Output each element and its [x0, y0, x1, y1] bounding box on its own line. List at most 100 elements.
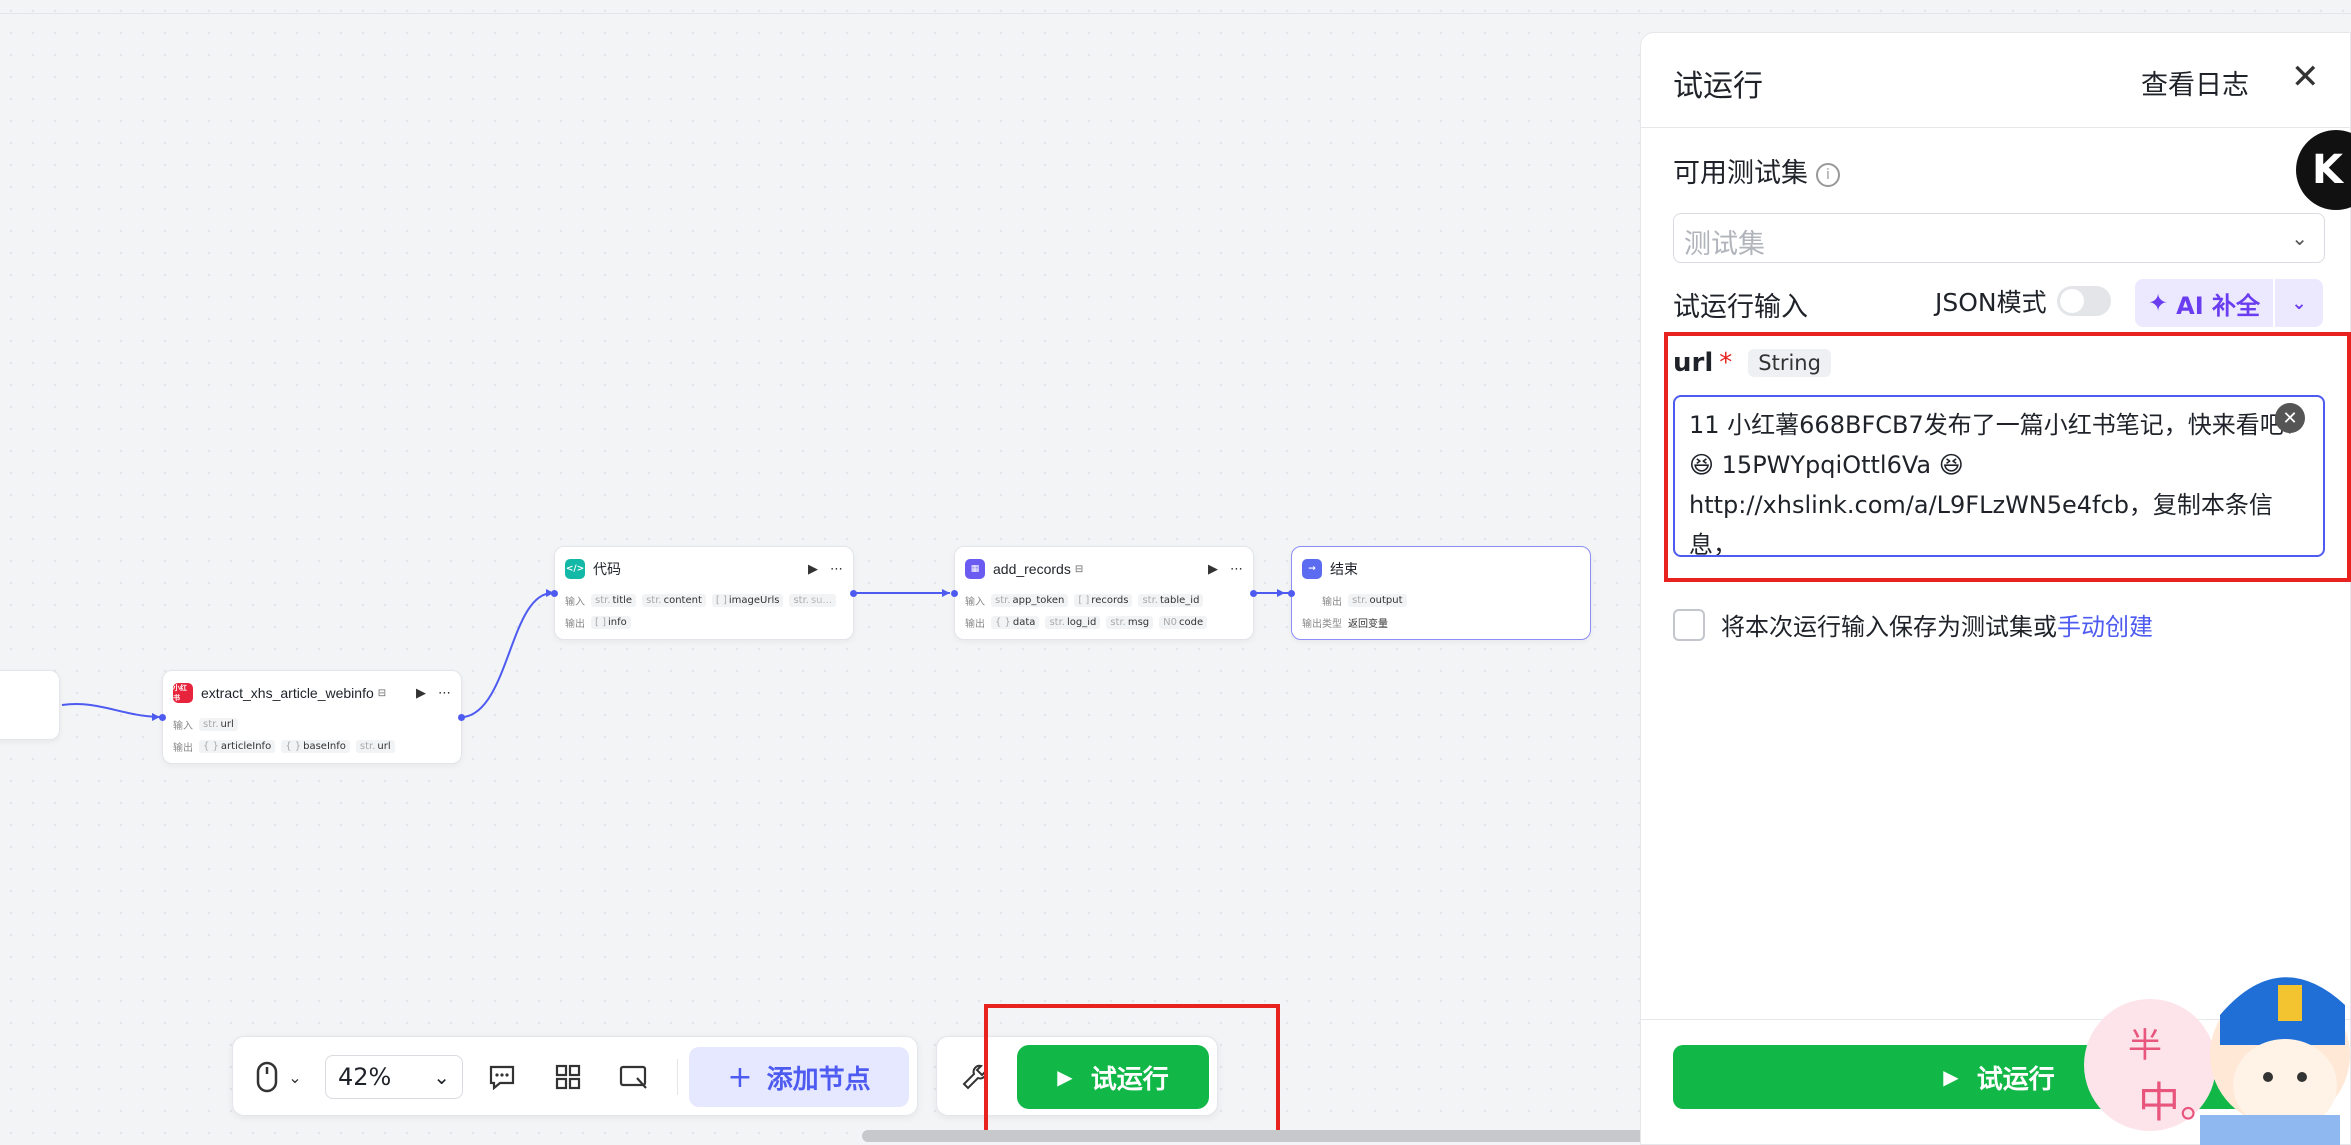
- comment-button[interactable]: [477, 1057, 527, 1097]
- mouse-icon: [257, 1061, 278, 1093]
- input-chip: [ ] records: [1074, 593, 1133, 607]
- close-icon[interactable]: ✕: [2291, 57, 2320, 97]
- json-mode-label: JSON模式: [1935, 288, 2047, 317]
- node-title: 结束: [1330, 561, 1358, 577]
- run-node-icon[interactable]: ▶: [808, 562, 818, 577]
- output-label: 输出: [965, 618, 985, 630]
- layout-button[interactable]: [543, 1057, 593, 1097]
- node-title: extract_xhs_article_webinfo: [201, 685, 374, 701]
- node-add-records[interactable]: ▦ add_records ⊟ ▶ ⋯ 输入 str. app_token [ ] r…: [951, 546, 1257, 640]
- input-chip: str. table_id: [1138, 593, 1204, 607]
- cartoon-sticker: 半 中。: [2080, 945, 2351, 1145]
- play-icon: ▶: [1943, 1065, 1959, 1089]
- chevron-down-icon: ⌄: [288, 1067, 302, 1087]
- highlight-box-run: [984, 1004, 1280, 1138]
- chevron-down-icon[interactable]: ⌄: [2275, 293, 2323, 314]
- output-label: 输出: [1322, 596, 1342, 608]
- output-chip: N0 code: [1159, 615, 1208, 629]
- output-chip: str. url: [355, 739, 395, 753]
- output-type-label: 输出类型: [1302, 618, 1342, 630]
- output-chip: str. log_id: [1045, 615, 1101, 629]
- more-icon[interactable]: ⋯: [1230, 562, 1243, 577]
- input-label: 输入: [565, 596, 585, 608]
- plugin-icon: ⊟: [377, 687, 387, 699]
- output-chip: [ ] info: [591, 615, 631, 629]
- minimap-icon: [619, 1065, 647, 1089]
- add-node-label: 添加节点: [766, 1064, 871, 1095]
- view-log-link[interactable]: 查看日志: [2141, 63, 2249, 102]
- input-chip: [ ] imageUrls: [711, 593, 784, 607]
- end-icon: →: [1302, 559, 1322, 579]
- run-label: 试运行: [1976, 1064, 2055, 1095]
- output-label: 输出: [173, 742, 193, 754]
- table-icon: ▦: [965, 559, 985, 579]
- input-chip: str. app_token: [991, 593, 1069, 607]
- save-text: 将本次运行输入保存为测试集或: [1721, 613, 2057, 641]
- ai-fill-label: AI 补全: [2176, 291, 2260, 320]
- output-chip: { } baseInfo: [281, 739, 350, 753]
- zoom-select[interactable]: 42% ⌄: [325, 1055, 463, 1099]
- sparkle-icon: ✦: [2148, 289, 2169, 317]
- mouse-mode-button[interactable]: ⌄: [249, 1057, 309, 1097]
- info-icon[interactable]: i: [1816, 162, 1840, 187]
- input-port[interactable]: [551, 590, 558, 597]
- test-set-label: 可用测试集: [1673, 158, 1808, 189]
- input-port[interactable]: [159, 714, 166, 721]
- panel-divider: [1641, 127, 2351, 128]
- input-label: 输入: [965, 596, 985, 608]
- input-chip: str. title: [591, 593, 637, 607]
- input-chip: str. content: [642, 593, 706, 607]
- sticker-text-bottom: 中。: [2138, 1079, 2222, 1126]
- input-port[interactable]: [951, 590, 958, 597]
- plus-icon: +: [727, 1059, 753, 1095]
- node-end[interactable]: → 结束 输出 str. output 输出类型 返回变量: [1288, 546, 1591, 640]
- node-title: 代码: [593, 561, 621, 577]
- input-chip: str. url: [199, 717, 238, 731]
- chevron-down-icon: ⌄: [433, 1065, 450, 1089]
- more-icon[interactable]: ⋯: [438, 686, 451, 701]
- json-mode-toggle[interactable]: [2056, 286, 2111, 316]
- save-checkbox[interactable]: [1673, 608, 1705, 641]
- run-node-icon[interactable]: ▶: [416, 686, 426, 701]
- output-type-value: 返回变量: [1348, 618, 1388, 630]
- output-chip: { } data: [991, 615, 1040, 629]
- json-mode-toggle-group: JSON模式: [1935, 283, 2111, 319]
- output-port[interactable]: [1250, 590, 1257, 597]
- output-label: 输出: [565, 618, 585, 630]
- save-test-set-row: 将本次运行输入保存为测试集或手动创建: [1673, 607, 2153, 642]
- plugin-icon: ⊟: [1074, 563, 1084, 575]
- panel-title: 试运行: [1673, 69, 1763, 104]
- node-title: add_records: [993, 561, 1071, 577]
- input-chip: str. su...: [789, 593, 837, 607]
- add-node-button[interactable]: + 添加节点: [689, 1047, 909, 1107]
- chevron-down-icon: ⌄: [2291, 226, 2308, 250]
- input-label: 输入: [173, 720, 193, 732]
- input-port[interactable]: [1288, 590, 1295, 597]
- run-input-label: 试运行输入: [1673, 292, 1808, 323]
- xiaohongshu-icon: 小红书: [173, 683, 193, 703]
- output-port[interactable]: [458, 714, 465, 721]
- ai-fill-button[interactable]: ✦ AI 补全 ⌄: [2135, 279, 2323, 327]
- grid-icon: [555, 1064, 581, 1090]
- output-chip: str. msg: [1106, 615, 1154, 629]
- minimap-button[interactable]: [609, 1057, 659, 1097]
- canvas-toolbar: ⌄ 42% ⌄ + 添加节点: [232, 1036, 918, 1116]
- test-set-placeholder: 测试集: [1684, 229, 1765, 260]
- output-chip: { } articleInfo: [199, 739, 276, 753]
- run-node-icon[interactable]: ▶: [1208, 562, 1218, 577]
- comment-icon: [489, 1065, 515, 1090]
- horizontal-scrollbar[interactable]: [862, 1130, 1672, 1142]
- node-extract-xhs-article-webinfo[interactable]: 小红书 extract_xhs_article_webinfo ⊟ ▶ ⋯ 输入 …: [159, 670, 465, 764]
- node-code[interactable]: </> 代码 ▶ ⋯ 输入 str. title str. content [ ] im…: [551, 546, 857, 640]
- sticker-text-top: 半: [2128, 1027, 2162, 1065]
- start-node-partial[interactable]: [0, 670, 60, 740]
- highlight-box-url: [1664, 332, 2351, 582]
- test-set-select[interactable]: 测试集 ⌄: [1673, 213, 2325, 263]
- more-icon[interactable]: ⋯: [830, 562, 843, 577]
- code-icon: </>: [565, 559, 585, 579]
- manual-create-link[interactable]: 手动创建: [2057, 613, 2153, 641]
- zoom-value: 42%: [338, 1063, 392, 1091]
- output-chip: str. output: [1348, 593, 1407, 607]
- output-port[interactable]: [850, 590, 857, 597]
- toolbar-divider: [677, 1059, 678, 1095]
